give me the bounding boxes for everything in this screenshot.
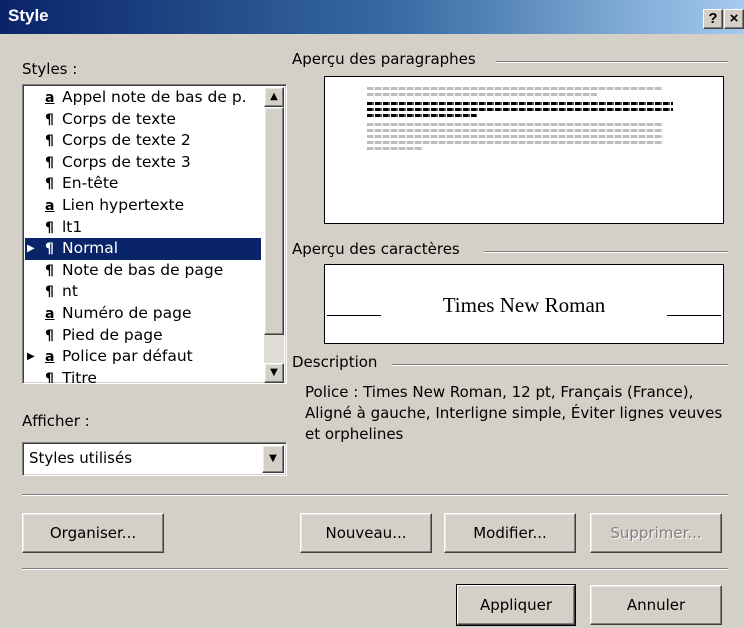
style-list-item-label: Appel note de bas de p.: [62, 88, 247, 106]
paragraph-style-icon: ¶: [45, 241, 54, 258]
style-list-item-label: lt1: [62, 217, 83, 236]
character-preview-divider: [484, 251, 728, 253]
paragraph-style-icon: ¶: [45, 176, 54, 193]
style-list-item[interactable]: ¶ Corps de texte 3: [25, 152, 261, 174]
character-style-icon: a: [45, 305, 55, 322]
paragraph-style-icon: ¶: [45, 262, 54, 279]
character-preview-box: Times New Roman: [324, 264, 724, 344]
scroll-up-button[interactable]: ▲: [264, 87, 284, 107]
style-list-item-label: nt: [62, 282, 78, 301]
organize-button[interactable]: Organiser...: [22, 513, 164, 553]
paragraph-style-icon: ¶: [45, 111, 54, 128]
character-style-icon: a: [45, 349, 55, 366]
font-sample: Times New Roman: [442, 293, 606, 317]
paragraph-style-icon: ¶: [45, 154, 54, 171]
dialog-title: Style: [8, 6, 49, 25]
styles-listbox[interactable]: a Appel note de bas de p. ¶ Corps de texte ¶…: [22, 84, 287, 384]
paragraph-preview-divider: [496, 61, 728, 63]
style-list-item[interactable]: ▶ a Police par défaut: [25, 346, 261, 368]
style-list-item[interactable]: ¶ En-tête: [25, 173, 261, 195]
paragraph-style-icon: ¶: [45, 370, 54, 384]
style-list-item[interactable]: a Lien hypertexte: [25, 195, 261, 217]
arrow-up-icon: ▲: [270, 91, 278, 102]
paragraph-style-icon: ¶: [45, 133, 54, 150]
close-button[interactable]: ×: [724, 9, 744, 29]
paragraph-preview-label: Aperçu des paragraphes: [292, 50, 476, 68]
style-list-item[interactable]: a Appel note de bas de p.: [25, 87, 261, 109]
style-list-item[interactable]: ¶ Titre: [25, 368, 261, 384]
style-list-item-label: Police par défaut: [62, 347, 193, 366]
style-list-item[interactable]: ▶ ¶ Normal: [25, 238, 261, 260]
scroll-down-button[interactable]: ▼: [264, 363, 284, 383]
paragraph-preview-box: [324, 76, 724, 224]
style-list-item[interactable]: ¶ Corps de texte 2: [25, 130, 261, 152]
character-preview-label: Aperçu des caractères: [292, 240, 460, 258]
help-button[interactable]: ?: [703, 9, 723, 29]
current-style-marker-icon: ▶: [27, 243, 35, 255]
scroll-thumb[interactable]: [264, 107, 284, 335]
show-dropdown-button[interactable]: ▼: [262, 445, 284, 473]
style-list-item-label: Corps de texte 3: [62, 152, 191, 171]
title-bar[interactable]: [0, 0, 744, 34]
style-list-item-label: Corps de texte 2: [62, 131, 191, 150]
style-list-item-label: Corps de texte: [62, 109, 176, 128]
style-list-item-label: Pied de page: [62, 325, 163, 344]
style-list-item[interactable]: ¶ Pied de page: [25, 325, 261, 347]
cancel-button[interactable]: Annuler: [590, 585, 722, 625]
separator-lower: [22, 568, 728, 570]
style-list-item-label: Titre: [62, 368, 97, 384]
styles-list: a Appel note de bas de p. ¶ Corps de texte ¶…: [25, 87, 261, 384]
separator-upper: [22, 494, 728, 496]
delete-button-label: Supprimer...: [610, 524, 702, 542]
description-text: Police : Times New Roman, 12 pt, Françai…: [305, 383, 723, 443]
character-style-icon: a: [45, 90, 55, 106]
current-style-marker-icon: ▶: [27, 351, 35, 363]
modify-button-label: Modifier...: [473, 524, 547, 542]
show-label: Afficher :: [22, 412, 90, 430]
modify-button[interactable]: Modifier...: [444, 513, 576, 553]
style-list-item[interactable]: ¶ Note de bas de page: [25, 260, 261, 282]
paragraph-style-icon: ¶: [45, 284, 54, 301]
paragraph-style-icon: ¶: [45, 219, 54, 236]
new-button[interactable]: Nouveau...: [300, 513, 432, 553]
organize-button-label: Organiser...: [49, 524, 137, 542]
description-divider: [392, 364, 728, 366]
new-button-label: Nouveau...: [325, 524, 407, 542]
cancel-button-label: Annuler: [626, 596, 686, 614]
show-selected-value: Styles utilisés: [29, 449, 133, 467]
style-list-item[interactable]: ¶ lt1: [25, 217, 261, 239]
style-list-item[interactable]: ¶ Corps de texte: [25, 109, 261, 131]
description-label: Description: [292, 353, 378, 371]
paragraph-style-icon: ¶: [45, 327, 54, 344]
style-list-item[interactable]: ¶ nt: [25, 281, 261, 303]
style-list-item-label: Numéro de page: [62, 303, 192, 322]
style-list-item[interactable]: a Numéro de page: [25, 303, 261, 325]
apply-button-label: Appliquer: [479, 596, 553, 614]
character-style-icon: a: [45, 197, 55, 214]
chevron-down-icon: ▼: [269, 453, 277, 464]
styles-label: Styles :: [22, 60, 78, 78]
arrow-down-icon: ▼: [270, 367, 278, 378]
style-list-item-label: Note de bas de page: [62, 260, 224, 279]
delete-button: Supprimer...: [590, 513, 722, 553]
styles-scrollbar[interactable]: ▲ ▼: [264, 87, 284, 383]
baseline-right: [667, 315, 721, 316]
style-list-item-label: Normal: [62, 239, 119, 258]
apply-button[interactable]: Appliquer: [457, 585, 575, 625]
show-combobox[interactable]: Styles utilisés ▼: [22, 442, 287, 476]
style-list-item-label: En-tête: [62, 174, 119, 193]
style-list-item-label: Lien hypertexte: [62, 195, 185, 214]
